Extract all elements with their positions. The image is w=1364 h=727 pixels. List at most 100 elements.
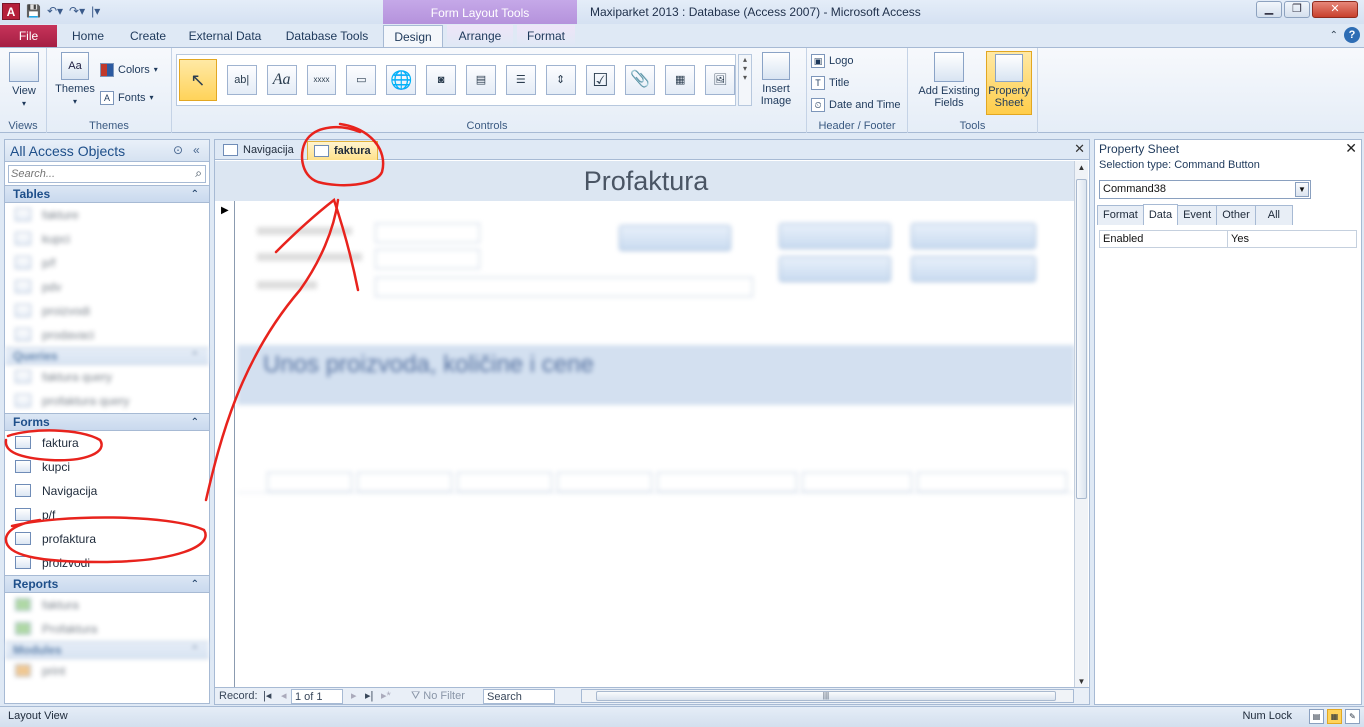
close-document-icon[interactable]: ✕ <box>1074 141 1085 157</box>
last-record-icon[interactable]: ▸| <box>365 689 373 704</box>
collapse-icon[interactable]: ⌃ <box>191 576 199 593</box>
image-control-icon[interactable]: 🖼 <box>705 65 735 95</box>
form-title[interactable]: Profaktura <box>584 166 709 196</box>
insert-image-button[interactable]: Insert Image <box>756 52 796 107</box>
record-search-input[interactable]: Search <box>483 689 555 704</box>
subform-cell[interactable] <box>357 472 452 492</box>
collapse-icon[interactable]: ⌃ <box>191 414 199 431</box>
tab-create[interactable]: Create <box>122 25 174 47</box>
collapse-icon[interactable]: ⌃ <box>191 642 199 659</box>
command-button[interactable] <box>911 256 1036 282</box>
doc-tab-navigacija[interactable]: Navigacija <box>217 141 300 160</box>
scroll-thumb[interactable] <box>1076 179 1087 499</box>
ps-tab-format[interactable]: Format <box>1097 205 1144 225</box>
nav-form-profaktura[interactable]: profaktura <box>5 527 209 551</box>
prev-record-icon[interactable]: ◂ <box>281 689 287 704</box>
nav-form-proizvodi[interactable]: proizvodi <box>5 551 209 575</box>
customize-qat-icon[interactable]: |▾ <box>91 3 100 19</box>
minimize-ribbon-icon[interactable]: ⌃ <box>1330 30 1338 41</box>
save-icon[interactable]: 💾 <box>26 3 41 19</box>
nav-table-item[interactable]: fakture <box>5 203 209 227</box>
doc-tab-faktura[interactable]: faktura <box>307 141 378 160</box>
nav-table-item[interactable]: p/f <box>5 251 209 275</box>
command-button[interactable] <box>779 256 891 282</box>
subform-cell[interactable] <box>802 472 912 492</box>
text-field[interactable] <box>375 223 480 243</box>
subform-cell[interactable] <box>917 472 1067 492</box>
ps-tab-other[interactable]: Other <box>1216 205 1256 225</box>
web-browser-control-icon[interactable]: ◙ <box>426 65 456 95</box>
ps-tab-all[interactable]: All <box>1254 205 1293 225</box>
nav-table-item[interactable]: pdv <box>5 275 209 299</box>
tab-format[interactable]: Format <box>517 25 575 47</box>
close-window-button[interactable]: ✕ <box>1312 1 1358 18</box>
nav-section-tables[interactable]: Tables ⌃ <box>5 185 209 203</box>
layout-view-icon[interactable]: ▦ <box>1327 709 1342 724</box>
title-button[interactable]: T Title <box>811 73 849 93</box>
nav-table-item[interactable]: kupci <box>5 227 209 251</box>
minimize-button[interactable]: ▁ <box>1256 1 1282 18</box>
nav-section-modules[interactable]: Modules ⌃ <box>5 641 209 659</box>
ps-tab-event[interactable]: Event <box>1177 205 1218 225</box>
horizontal-scrollbar[interactable]: ||| <box>581 689 1074 703</box>
tab-design[interactable]: Design <box>383 25 443 47</box>
hscroll-thumb[interactable]: ||| <box>596 691 1056 701</box>
label-control-icon[interactable]: Aa <box>266 65 297 95</box>
attachment-control-icon[interactable]: 📎 <box>625 65 656 95</box>
logo-button[interactable]: ▣ Logo <box>811 51 853 71</box>
property-sheet-button[interactable]: Property Sheet <box>986 51 1032 115</box>
subform-cell[interactable] <box>657 472 797 492</box>
command-button[interactable] <box>619 225 731 251</box>
subform-cell[interactable] <box>557 472 652 492</box>
nav-section-forms[interactable]: Forms ⌃ <box>5 413 209 431</box>
scroll-up-icon[interactable]: ▲ <box>1076 163 1087 172</box>
nav-table-item[interactable]: proizvodi <box>5 299 209 323</box>
collapse-icon[interactable]: ⌃ <box>191 186 199 203</box>
vertical-scrollbar[interactable]: ▲ ▼ <box>1074 161 1088 688</box>
nav-table-item[interactable]: prodavaci <box>5 323 209 347</box>
search-icon[interactable]: ⌕ <box>195 166 202 181</box>
property-value[interactable]: Yes <box>1228 231 1356 247</box>
form-view-icon[interactable]: ▤ <box>1309 709 1324 724</box>
tab-arrange[interactable]: Arrange <box>447 25 513 47</box>
close-property-sheet-icon[interactable]: ✕ <box>1345 140 1357 157</box>
view-button[interactable]: View ▾ <box>6 52 42 110</box>
access-app-icon[interactable]: A <box>2 3 20 20</box>
nav-form-kupci[interactable]: kupci <box>5 455 209 479</box>
list-box-control-icon[interactable]: ▦ <box>665 65 696 95</box>
restore-button[interactable]: ❐ <box>1284 1 1310 18</box>
nav-title[interactable]: All Access Objects <box>10 143 125 159</box>
colors-button[interactable]: Colors ▾ <box>100 60 158 80</box>
chevron-down-icon[interactable]: ▼ <box>1295 182 1309 197</box>
text-field[interactable] <box>375 249 480 269</box>
first-record-icon[interactable]: |◂ <box>263 689 271 704</box>
shutter-bar-icon[interactable]: « <box>193 143 200 157</box>
tab-home[interactable]: Home <box>62 25 114 47</box>
undo-icon[interactable]: ↶▾ <box>47 3 63 19</box>
nav-form-faktura[interactable]: faktura <box>5 431 209 455</box>
redo-icon[interactable]: ↷▾ <box>69 3 85 19</box>
control-selector-combo[interactable]: Command38 ▼ <box>1099 180 1311 199</box>
nav-module-item[interactable]: print <box>5 659 209 683</box>
hyperlink-control-icon[interactable]: 🌐 <box>386 65 417 95</box>
textbox-control-icon[interactable]: ab| <box>226 65 257 95</box>
nav-form-pf[interactable]: p/f <box>5 503 209 527</box>
new-record-icon[interactable]: ▸* <box>381 689 391 704</box>
combo-field[interactable] <box>375 277 753 297</box>
nav-query-item[interactable]: faktura query <box>5 365 209 389</box>
ps-tab-data[interactable]: Data <box>1142 204 1179 225</box>
help-icon[interactable]: ? <box>1344 27 1360 43</box>
nav-section-reports[interactable]: Reports ⌃ <box>5 575 209 593</box>
navigation-control-icon[interactable]: ▤ <box>465 65 496 95</box>
fonts-button[interactable]: A Fonts ▾ <box>100 88 154 108</box>
select-pointer-icon[interactable]: ↖ <box>179 59 217 101</box>
themes-button[interactable]: Aa Themes ▾ <box>55 52 95 108</box>
design-view-icon[interactable]: ✎ <box>1345 709 1360 724</box>
collapse-icon[interactable]: ⌃ <box>191 348 199 365</box>
nav-menu-icon[interactable]: ⊙ <box>173 143 183 157</box>
date-time-button[interactable]: ⏲ Date and Time <box>811 95 901 115</box>
nav-form-navigacija[interactable]: Navigacija <box>5 479 209 503</box>
command-button[interactable] <box>911 223 1036 249</box>
tab-database-tools[interactable]: Database Tools <box>280 25 374 47</box>
page-break-icon[interactable]: ⇕ <box>545 65 576 95</box>
